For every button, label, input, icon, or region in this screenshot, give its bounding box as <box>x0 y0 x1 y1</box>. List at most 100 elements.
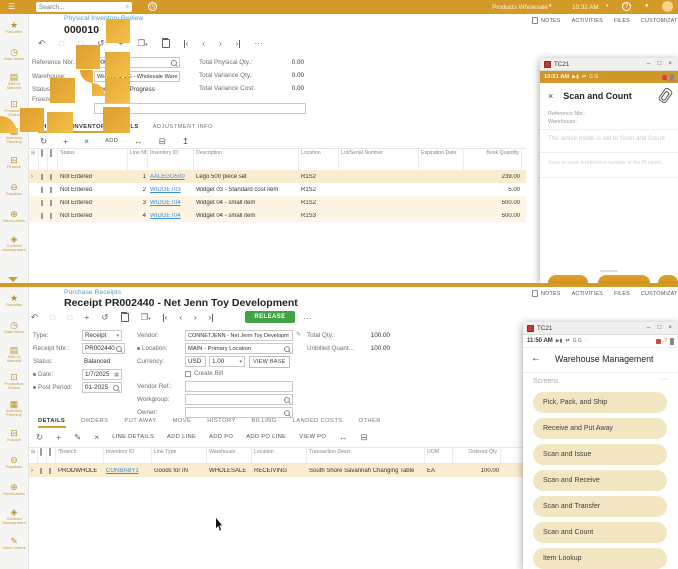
sidebar-item-finance[interactable]: ⊟ Finance <box>0 149 28 176</box>
inventory-link[interactable]: CONBABY1 <box>104 468 152 474</box>
refresh-button[interactable]: ↻ <box>40 137 47 146</box>
tab-put-away[interactable]: PUT AWAY <box>124 418 156 424</box>
sidebar-item-favorites[interactable]: ★ Favorites <box>0 287 28 314</box>
col-status[interactable]: Status <box>58 149 128 170</box>
location-input[interactable]: MAIN - Primary Location <box>185 343 293 354</box>
calendar-icon[interactable]: ▦ <box>114 372 119 378</box>
revert-button[interactable]: ↺ <box>101 313 108 322</box>
back-arrow-icon[interactable]: ← <box>531 353 541 364</box>
search-input[interactable] <box>39 3 126 11</box>
first-record-button[interactable]: ‹ <box>183 39 188 48</box>
currency-code-input[interactable]: USD <box>185 356 206 367</box>
fit-width-icon[interactable]: ↔ <box>339 433 348 442</box>
close-screen-icon[interactable]: × <box>548 91 553 101</box>
device-title-bar[interactable]: TC21 – □ × <box>540 58 678 71</box>
col-lot-serial[interactable]: Lot/Serial Number <box>339 149 419 170</box>
screen-button-item-lookup[interactable]: Item Lookup <box>533 548 667 569</box>
business-date-icon[interactable]: ◷ <box>148 2 157 11</box>
breadcrumb[interactable]: Purchase Receipts <box>64 289 121 296</box>
tab-history[interactable]: HISTORY <box>207 418 235 424</box>
customization-link[interactable]: CUSTOMIZATION <box>641 18 678 24</box>
global-search[interactable]: ⌕ <box>36 2 132 12</box>
device-button-partial[interactable] <box>598 275 650 283</box>
col-warehouse[interactable]: Warehouse <box>207 448 252 463</box>
save-button[interactable]: □ <box>59 39 64 48</box>
screen-button-pick-pack-ship[interactable]: Pick, Pack, and Ship <box>533 392 667 413</box>
sidebar-expand-icon[interactable] <box>8 277 18 282</box>
workgroup-input[interactable] <box>185 394 293 405</box>
row-selector-icon[interactable]: ⊞ <box>29 149 39 170</box>
next-record-button[interactable]: › <box>219 39 222 48</box>
tab-other[interactable]: OTHER <box>359 418 381 424</box>
scan-input[interactable]: Scan or enter a reference number of the … <box>548 160 676 166</box>
sidebar-item-receivables[interactable]: ⊕ Receivables <box>0 476 28 503</box>
col-location[interactable]: Location <box>252 448 307 463</box>
col-description[interactable]: Description <box>194 149 299 170</box>
prev-record-button[interactable]: ‹ <box>179 313 182 322</box>
menu-icon[interactable]: ☰ <box>8 3 15 11</box>
screen-button-receive-put-away[interactable]: Receive and Put Away <box>533 418 667 439</box>
tab-orders[interactable]: ORDERS <box>81 418 108 424</box>
col-line-nbr[interactable]: Line Nbr. <box>128 149 148 170</box>
release-button[interactable]: RELEASE <box>245 311 295 323</box>
maximize-icon[interactable]: □ <box>655 60 663 68</box>
table-row[interactable]: Not Entered 4 WIDGET04 Widget 04 - small… <box>29 209 526 222</box>
export-excel-icon[interactable]: ⊟ <box>159 137 166 146</box>
breadcrumb[interactable]: Physical Inventory Review <box>64 15 143 22</box>
table-row[interactable]: Not Entered 2 WIDGET03 Widget 03 - Stand… <box>29 183 526 196</box>
lookup-icon[interactable] <box>284 396 290 403</box>
tab-billing[interactable]: BILLING <box>252 418 277 424</box>
sidebar-item-data-views[interactable]: ◷ Data Views <box>0 314 28 341</box>
inventory-link[interactable]: WIDGET03 <box>148 187 194 193</box>
sidebar-item-finance[interactable]: ⊟ Finance <box>0 422 28 449</box>
minimize-icon[interactable]: – <box>645 324 653 332</box>
post-period-input[interactable]: 01-2025 <box>82 382 122 393</box>
col-inventory-id[interactable]: Inventory ID <box>148 149 194 170</box>
paperclip-icon[interactable] <box>657 86 674 105</box>
lookup-icon[interactable] <box>116 345 122 352</box>
close-icon[interactable]: × <box>666 60 674 68</box>
col-line-type[interactable]: Line Type <box>152 448 207 463</box>
copy-paste-button[interactable]: ❐▾ <box>141 313 151 322</box>
clock-time[interactable]: 10:32 AM <box>572 4 599 11</box>
receipt-nbr-input[interactable]: PR002440 <box>82 343 125 354</box>
avatar[interactable] <box>662 1 673 12</box>
sidebar-item-bills-of-material[interactable]: ▤ Bills of Material <box>0 68 28 95</box>
add-row-button[interactable]: + <box>63 137 68 146</box>
table-row[interactable]: Not Entered 3 WIDGET04 Widget 04 - small… <box>29 196 526 209</box>
col-location[interactable]: Location <box>299 149 339 170</box>
close-icon[interactable]: × <box>666 324 674 332</box>
currency-rate-select[interactable]: 1.00 ▾ <box>209 356 245 367</box>
table-row[interactable]: › PRODWHOLE CONBABY1 Goods for IN WHOLES… <box>29 464 526 477</box>
col-inventory-id[interactable]: Inventory ID <box>104 448 152 463</box>
inventory-link[interactable]: AALEGO500 <box>148 174 194 180</box>
owner-input[interactable] <box>185 407 293 418</box>
overflow-menu-icon[interactable]: ··· <box>661 376 668 383</box>
view-po-button[interactable]: VIEW PO <box>299 434 326 440</box>
inventory-link[interactable]: WIDGET04 <box>148 213 194 219</box>
device-button-partial[interactable] <box>548 275 588 283</box>
vendor-input[interactable]: CONNETJENN - Net Jenn Toy Developm <box>185 330 293 341</box>
screen-button-scan-receive[interactable]: Scan and Receive <box>533 470 667 491</box>
drag-handle[interactable] <box>600 270 618 272</box>
last-record-button[interactable]: › <box>236 39 241 48</box>
bell-icon[interactable]: ● <box>645 3 649 9</box>
insert-button[interactable]: + <box>84 313 89 322</box>
customization-link[interactable]: CUSTOMIZATION <box>641 291 678 297</box>
edit-vendor-icon[interactable]: ✎ <box>296 331 301 338</box>
inventory-link[interactable]: WIDGET04 <box>148 200 194 206</box>
sidebar-item-payables[interactable]: ⊖ Payables <box>0 176 28 203</box>
files-link[interactable]: FILES <box>614 291 630 297</box>
save-close-button[interactable]: □ <box>67 313 72 322</box>
lookup-icon[interactable] <box>284 345 290 352</box>
cancel-button[interactable]: ↶ <box>31 313 38 322</box>
save-button[interactable]: □ <box>50 313 55 322</box>
tab-adjustment-info[interactable]: ADJUSTMENT INFO <box>153 124 213 130</box>
table-row[interactable]: › Not Entered 1 AALEGO500 Lego 500 piece… <box>29 170 526 183</box>
sidebar-item-sales-orders[interactable]: ✎ Sales Orders <box>0 530 28 557</box>
next-record-button[interactable]: › <box>194 313 197 322</box>
tab-details[interactable]: DETAILS <box>38 418 65 424</box>
row-selector-icon[interactable]: ⊞ <box>29 448 38 463</box>
export-excel-icon[interactable]: ⊟ <box>361 433 368 442</box>
col-branch[interactable]: *Branch <box>56 448 104 463</box>
